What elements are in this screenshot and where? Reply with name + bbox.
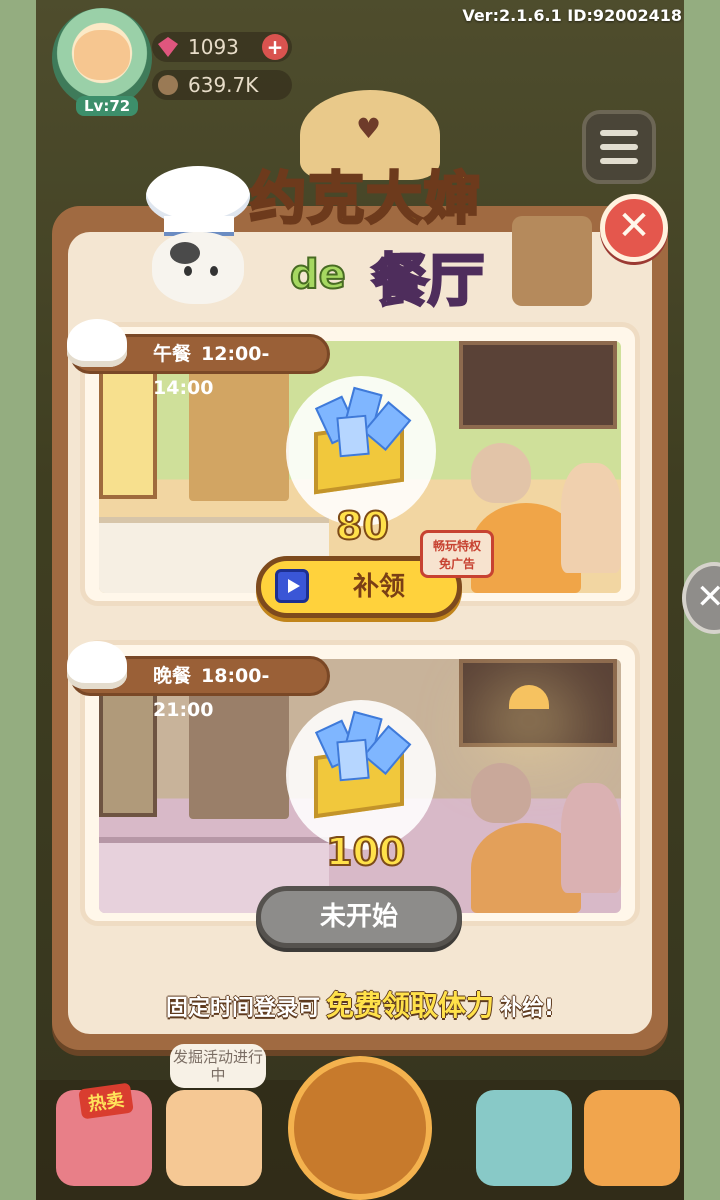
cow-eye xyxy=(184,266,192,276)
scene-cat xyxy=(471,763,531,823)
scene-cat-customer xyxy=(561,463,621,573)
add-gems-button[interactable]: + xyxy=(262,34,288,60)
footer-text-before: 固定时间登录可 xyxy=(165,996,320,1021)
popup-title-de: de xyxy=(289,251,347,299)
popup-title-line2: 餐厅 xyxy=(371,248,486,316)
close-icon[interactable]: ✕ xyxy=(600,194,668,262)
menu-icon-line xyxy=(600,144,638,150)
video-ad-icon xyxy=(275,569,309,603)
scene-window xyxy=(99,361,157,499)
footer-highlight: 免费领取体力 xyxy=(325,989,494,1022)
heart-icon: ♥ xyxy=(356,112,382,145)
menu-icon xyxy=(600,130,638,136)
avatar-face xyxy=(74,30,130,80)
claim-button-label: 补领 xyxy=(352,572,405,602)
cow-head xyxy=(152,232,244,304)
chef-hat-icon xyxy=(67,319,127,367)
ice-crystal xyxy=(336,738,370,782)
seed-value: 639.7K xyxy=(188,73,259,97)
menu-button[interactable] xyxy=(582,110,656,184)
ice-crystal xyxy=(336,414,370,458)
popup-footer: 固定时间登录可 免费领取体力 补给! xyxy=(92,984,628,1024)
gem-icon xyxy=(158,37,178,57)
acorn-main-button[interactable] xyxy=(288,1056,432,1200)
not-started-button[interactable]: 未开始 xyxy=(256,886,462,948)
dinner-time-tag: 晚餐 18:00-21:00 xyxy=(67,641,330,721)
ad-tag-line1: 畅玩特权 xyxy=(432,539,481,553)
left-side-background xyxy=(0,0,36,1200)
popup-title-line1: 约克大婶 xyxy=(249,166,482,234)
event-bubble: 发掘活动进行中 xyxy=(170,1044,266,1088)
ad-tag-line2: 免广告 xyxy=(438,557,475,571)
lunch-meal-label: 午餐 xyxy=(153,343,192,365)
lunch-reward-amount: 80 xyxy=(335,503,390,549)
chef-hat-icon xyxy=(67,641,127,689)
footer-text-after: 补给! xyxy=(499,996,555,1021)
house-button[interactable] xyxy=(584,1090,680,1186)
player-avatar[interactable] xyxy=(52,8,152,108)
lunch-time-tag: 午餐 12:00-14:00 xyxy=(67,319,330,399)
level-badge: Lv:72 xyxy=(76,96,139,116)
seed-icon xyxy=(158,75,178,95)
menu-icon-line xyxy=(600,158,638,164)
dinner-reward-amount: 100 xyxy=(325,829,406,875)
dinner-meal-label: 晚餐 xyxy=(153,665,192,687)
cow-chef-mascot xyxy=(138,166,258,316)
scene-menu-board xyxy=(459,341,617,429)
scene-cat-customer xyxy=(561,783,621,893)
gem-value: 1093 xyxy=(188,35,239,59)
version-label: Ver:2.1.6.1 ID:92002418 xyxy=(462,6,682,25)
ad-free-privilege-tag: 畅玩特权 免广告 xyxy=(420,530,494,578)
crystal-crate-icon xyxy=(286,700,436,850)
seed-counter: 639.7K xyxy=(152,70,292,100)
drinks-button[interactable] xyxy=(166,1090,262,1186)
cow-spot xyxy=(170,242,200,264)
scene-window xyxy=(99,679,157,817)
cow-eye xyxy=(210,266,218,276)
scene-cat xyxy=(471,443,531,503)
snow-globe-button[interactable] xyxy=(476,1090,572,1186)
tea-machine-decoration xyxy=(512,216,592,306)
